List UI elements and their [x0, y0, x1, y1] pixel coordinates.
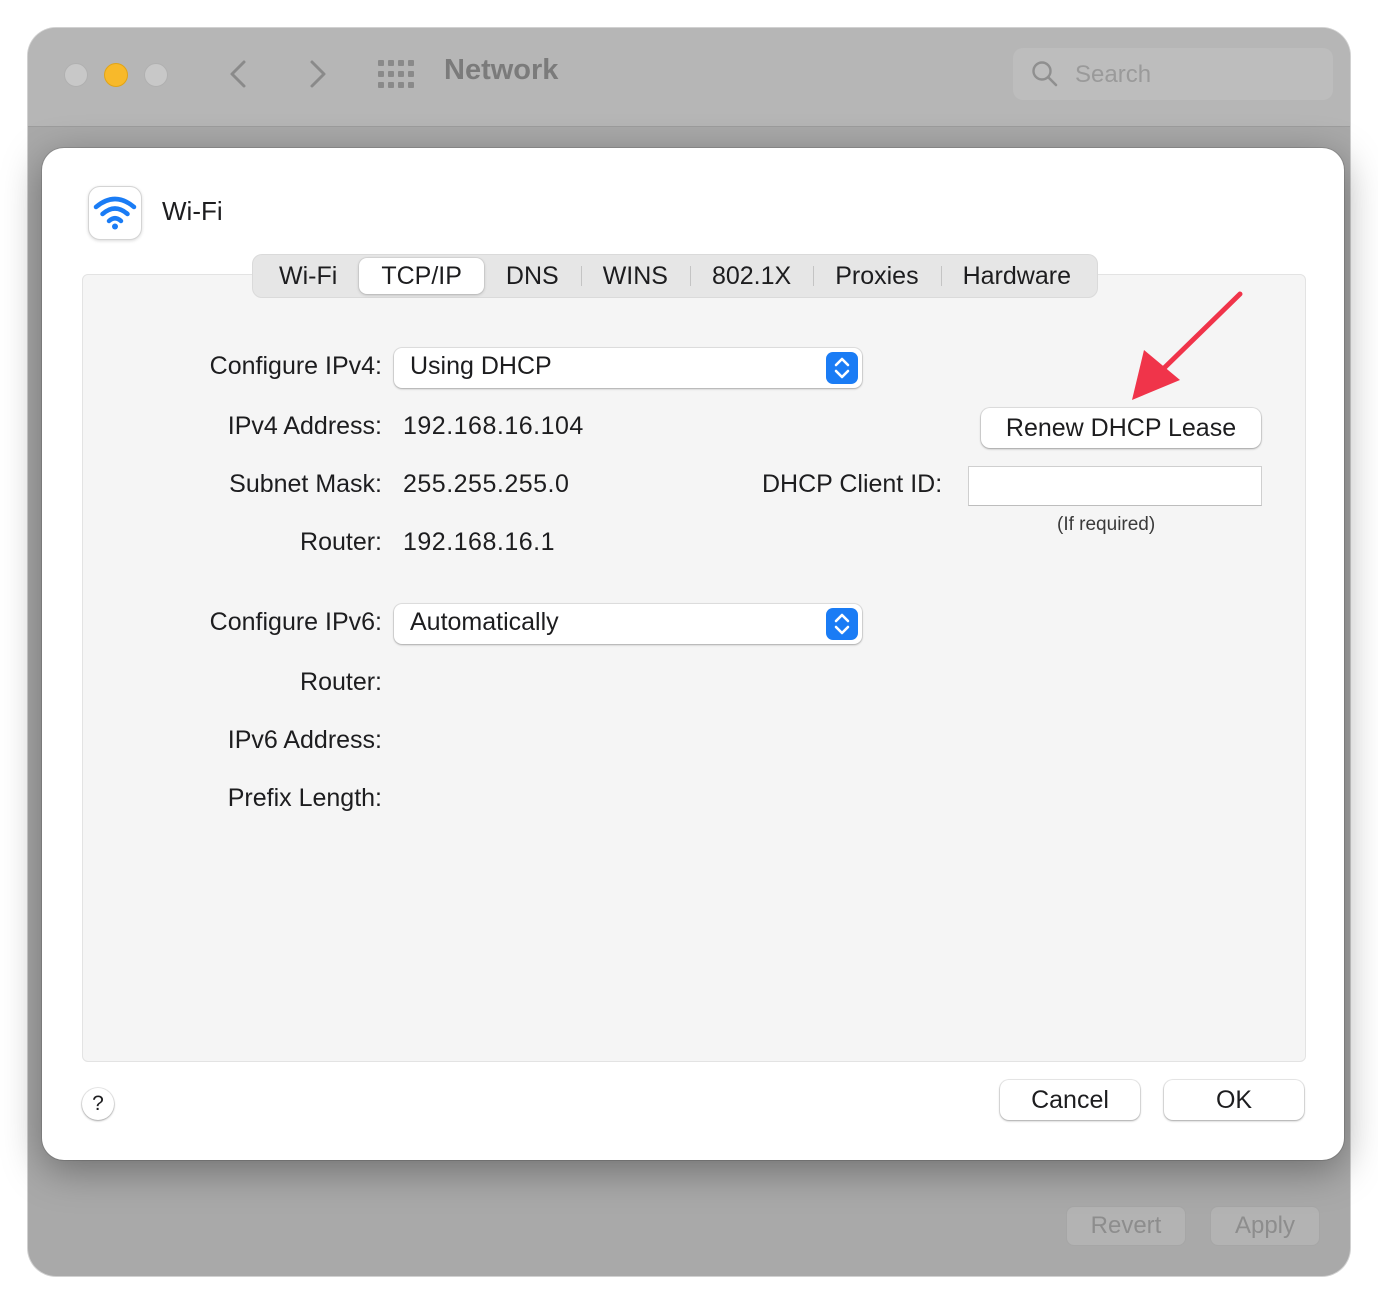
grid-icon [378, 60, 414, 88]
configure-ipv6-value: Automatically [410, 608, 559, 636]
subnet-mask-label: Subnet Mask: [229, 470, 382, 498]
close-window-button[interactable] [64, 63, 88, 87]
zoom-window-button[interactable] [144, 63, 168, 87]
renew-dhcp-lease-button[interactable]: Renew DHCP Lease [981, 408, 1261, 448]
search-icon [1032, 61, 1058, 87]
configure-ipv4-popup[interactable]: Using DHCP [394, 348, 862, 388]
tab-bar: Wi-Fi TCP/IP DNS WINS 802.1X Proxies Har… [252, 254, 1098, 298]
back-button[interactable] [220, 54, 260, 94]
search-input[interactable] [1073, 56, 1317, 94]
tab-proxies[interactable]: Proxies [813, 258, 940, 294]
tab-hardware[interactable]: Hardware [940, 258, 1093, 294]
tab-8021x[interactable]: 802.1X [689, 258, 813, 294]
wifi-service-icon [88, 186, 142, 240]
apply-button[interactable]: Apply [1210, 1206, 1320, 1246]
popup-stepper [826, 352, 858, 384]
sheet-title: Wi-Fi [162, 196, 223, 226]
configure-ipv4-value: Using DHCP [410, 352, 552, 380]
tab-wins[interactable]: WINS [580, 258, 690, 294]
subnet-mask-value: 255.255.255.0 [403, 470, 570, 498]
help-button[interactable]: ? [82, 1088, 114, 1120]
tab-wifi[interactable]: Wi-Fi [257, 258, 359, 294]
configure-ipv6-label: Configure IPv6: [209, 608, 382, 636]
wifi-advanced-sheet: Wi-Fi Wi-Fi TCP/IP DNS WINS 802.1X Proxi… [42, 148, 1344, 1160]
prefix-length-label: Prefix Length: [227, 784, 382, 812]
dhcp-client-id-field[interactable] [968, 466, 1262, 506]
chevron-left-icon [230, 60, 246, 88]
search-field[interactable] [1013, 48, 1333, 100]
ipv6-router-label: Router: [300, 668, 382, 696]
up-down-chevron-icon [834, 357, 850, 379]
cancel-button[interactable]: Cancel [1000, 1080, 1140, 1120]
ipv6-address-label: IPv6 Address: [227, 726, 382, 754]
ipv4-router-value: 192.168.16.1 [403, 528, 555, 556]
configure-ipv4-label: Configure IPv4: [209, 352, 382, 380]
revert-button[interactable]: Revert [1066, 1206, 1186, 1246]
configure-ipv6-popup[interactable]: Automatically [394, 604, 862, 644]
ok-button[interactable]: OK [1164, 1080, 1304, 1120]
tab-tcpip[interactable]: TCP/IP [359, 258, 484, 294]
tab-dns[interactable]: DNS [484, 258, 581, 294]
title-bar: Network [28, 28, 1350, 127]
annotation-arrow-icon [1132, 291, 1243, 400]
ipv4-router-label: Router: [300, 528, 382, 556]
show-all-button[interactable] [374, 56, 418, 92]
wifi-icon [93, 196, 137, 230]
popup-stepper [826, 608, 858, 640]
forward-button[interactable] [296, 54, 336, 94]
window-title: Network [444, 54, 559, 86]
dhcp-client-id-label: DHCP Client ID: [762, 470, 943, 498]
minimize-window-button[interactable] [104, 63, 128, 87]
dhcp-client-id-hint: (If required) [1057, 514, 1156, 535]
chevron-right-icon [310, 60, 326, 88]
ipv4-address-value: 192.168.16.104 [403, 412, 584, 440]
up-down-chevron-icon [834, 613, 850, 635]
ipv4-address-label: IPv4 Address: [227, 412, 382, 440]
